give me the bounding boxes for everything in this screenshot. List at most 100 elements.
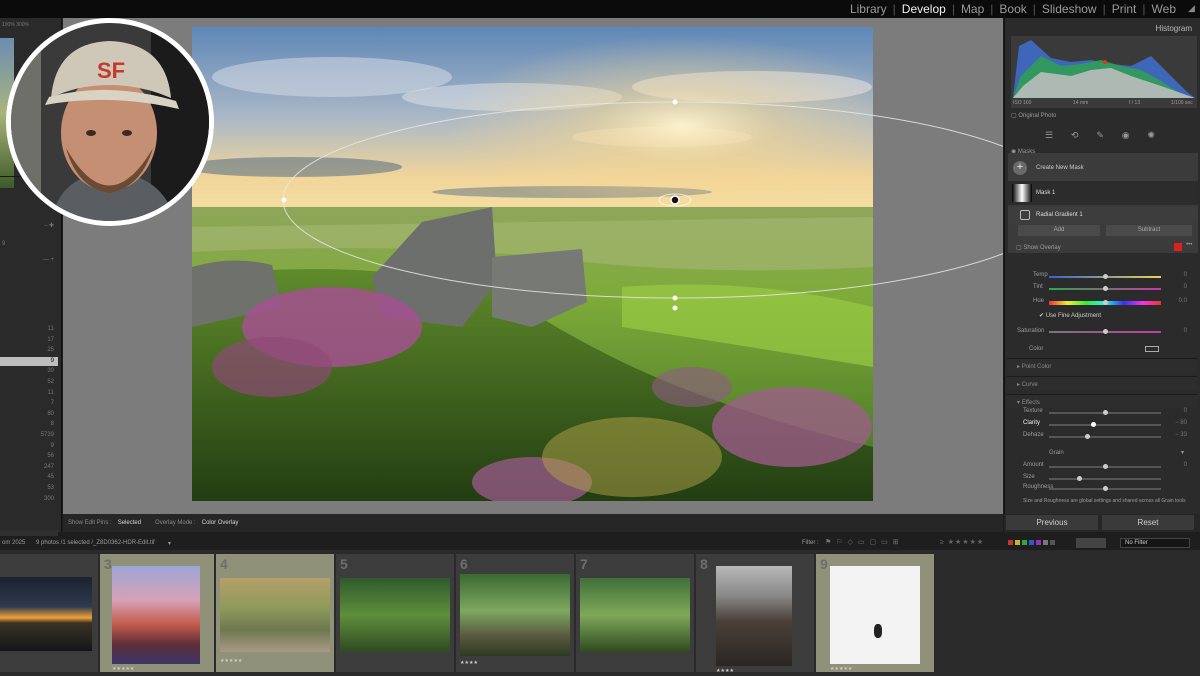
create-mask-plus-icon[interactable]: + [1013, 161, 1027, 175]
reset-button[interactable]: Reset [1102, 515, 1194, 530]
color-label-filter[interactable] [1008, 540, 1055, 545]
healing-icon[interactable]: ✎ [1096, 130, 1104, 142]
film-thumb [830, 566, 920, 664]
original-photo-label[interactable]: ▢ Original Photo [1011, 112, 1056, 119]
use-fine-adjustment-checkbox[interactable]: ✔ Use Fine Adjustment [1039, 312, 1101, 319]
history-row[interactable]: 56 [0, 452, 58, 461]
module-bar: Library | Develop | Map | Book | Slideshow | … [0, 0, 1200, 18]
module-web[interactable]: Web [1146, 2, 1182, 16]
show-overlay-checkbox[interactable]: ▢ Show Overlay [1016, 244, 1061, 251]
history-row[interactable]: 80 [0, 410, 58, 419]
gradient-bottom-handle [672, 295, 678, 301]
edit-sliders-icon[interactable]: ☰ [1045, 130, 1053, 142]
mask-1-label: Mask 1 [1036, 190, 1056, 196]
source-label[interactable]: om 2025 [2, 540, 25, 546]
create-new-mask-button[interactable]: Create New Mask [1036, 165, 1084, 171]
history-row[interactable]: 300 [0, 495, 58, 504]
history-row[interactable]: 30 [0, 367, 58, 376]
history-row[interactable]: 11 [0, 389, 58, 398]
grain-collapse-icon[interactable]: ▾ [1181, 449, 1184, 456]
previous-button[interactable]: Previous [1006, 515, 1098, 530]
history-row[interactable]: 45 [0, 473, 58, 482]
dehaze-slider[interactable] [1049, 436, 1161, 438]
collapse-icons[interactable]: — + [0, 256, 58, 265]
crop-icon[interactable]: ⟲ [1071, 130, 1079, 142]
filmstrip-bar: om 2025 9 photos /1 selected /_Z8D0362-H… [0, 536, 1200, 550]
gradient-top-handle [672, 99, 678, 105]
film-thumb [716, 566, 792, 666]
history-row[interactable]: 53 [0, 484, 58, 493]
grain-size-slider[interactable] [1049, 478, 1161, 480]
film-cell[interactable]: 8 ★★★★ [696, 554, 814, 674]
show-edit-pins-select[interactable]: Selected [118, 520, 141, 526]
history-row[interactable]: 17 [0, 336, 58, 345]
overlay-mode-select[interactable]: Color Overlay [202, 520, 239, 526]
history-row[interactable]: 9 [0, 356, 58, 366]
grain-note: Size and Roughness are global settings a… [1023, 498, 1186, 504]
history-row[interactable]: 5739 [0, 431, 58, 440]
history-row[interactable]: 25 [0, 346, 58, 355]
film-thumb [340, 578, 450, 652]
clarity-slider[interactable] [1049, 424, 1161, 426]
film-thumb [580, 578, 690, 652]
radial-gradient-row[interactable]: Radial Gradient 1 [1008, 207, 1198, 223]
more-icon[interactable]: ••• [1186, 242, 1192, 248]
film-cell[interactable]: 4 ★★★★★ [216, 554, 334, 672]
flag-filter-icons[interactable]: ⚑⚐◇▭▢▭⊞ [825, 538, 904, 546]
color-swatch-picker[interactable] [1145, 346, 1159, 352]
feather-handle [672, 305, 678, 311]
filter-select[interactable]: No Filter [1120, 538, 1190, 548]
filter-toggle[interactable] [1076, 538, 1106, 548]
subtract-mask-button[interactable]: Subtract [1106, 225, 1192, 236]
point-color-section[interactable]: ▸ Point Color [1007, 358, 1197, 372]
film-cell[interactable]: 9 ★★★★★ [816, 554, 934, 672]
filmstrip: 3 ★★★★★ 4 ★★★★★ 5 6 ★★★★ 7 8 ★★★★ 9 ★★★★… [0, 550, 1200, 676]
film-thumb [0, 577, 92, 651]
canvas-toolbar: Show Edit Pins : Selected Overlay Mode :… [63, 514, 1003, 532]
histogram-title: Histogram [1155, 24, 1192, 33]
items-count: 9 [2, 241, 6, 247]
film-cell[interactable]: 3 ★★★★★ [100, 554, 214, 672]
history-row[interactable]: 247 [0, 463, 58, 472]
module-slideshow[interactable]: Slideshow [1036, 2, 1103, 16]
histogram[interactable]: ISO 160 14 mm f / 13 1/100 sec [1011, 36, 1197, 108]
selection-info[interactable]: 9 photos /1 selected /_Z8D0362-HDR-Edit.… [36, 540, 155, 546]
history-row[interactable]: 52 [0, 378, 58, 387]
mask-1-row[interactable]: Mask 1 [1008, 181, 1198, 205]
film-cell[interactable]: 5 [336, 554, 454, 672]
masks-panel: + Create New Mask Mask 1 Radial Gradient… [1008, 153, 1198, 253]
dropdown-chevron-icon[interactable]: ▾ [168, 540, 171, 547]
zoom-levels[interactable]: 100% 300% [2, 22, 29, 28]
effects-section[interactable]: ▾ Effects [1007, 394, 1197, 408]
overlay-color-swatch[interactable] [1174, 243, 1182, 251]
histogram-graph [1013, 40, 1195, 98]
module-map[interactable]: Map [955, 2, 990, 16]
mask-pin-icon [670, 195, 680, 205]
module-develop[interactable]: Develop [896, 2, 952, 16]
module-print[interactable]: Print [1106, 2, 1143, 16]
color-label: Color [1029, 346, 1044, 352]
add-mask-button[interactable]: Add [1018, 225, 1100, 236]
film-cell[interactable]: 6 ★★★★ [456, 554, 574, 672]
redeye-icon[interactable]: ◉ [1122, 130, 1130, 142]
film-cell[interactable] [0, 554, 98, 672]
history-row[interactable]: 7 [0, 399, 58, 408]
history-row[interactable]: 8 [0, 420, 58, 429]
star-filter-icons[interactable]: ≥ ★★★★★ [940, 538, 984, 546]
film-cell[interactable]: 7 [576, 554, 694, 672]
curve-section[interactable]: ▸ Curve [1007, 376, 1197, 390]
panel-toggle-icon[interactable]: ◢ [1188, 3, 1198, 13]
history-row[interactable]: 9 [0, 442, 58, 451]
module-picker: Library | Develop | Map | Book | Slideshow | … [844, 0, 1182, 18]
presenter-webcam: SF [6, 18, 214, 226]
module-book[interactable]: Book [993, 2, 1032, 16]
module-library[interactable]: Library [844, 2, 893, 16]
film-thumb [220, 578, 330, 652]
film-thumb [112, 566, 200, 664]
panel-icons[interactable]: – ✚ [0, 222, 58, 231]
masking-icon[interactable]: ✺ [1147, 130, 1155, 142]
history-row[interactable]: 11 [0, 325, 58, 334]
overlay-mode-label: Overlay Mode : [155, 520, 196, 526]
radial-gradient-label: Radial Gradient 1 [1036, 212, 1083, 218]
cap-logo: SF [97, 58, 125, 83]
